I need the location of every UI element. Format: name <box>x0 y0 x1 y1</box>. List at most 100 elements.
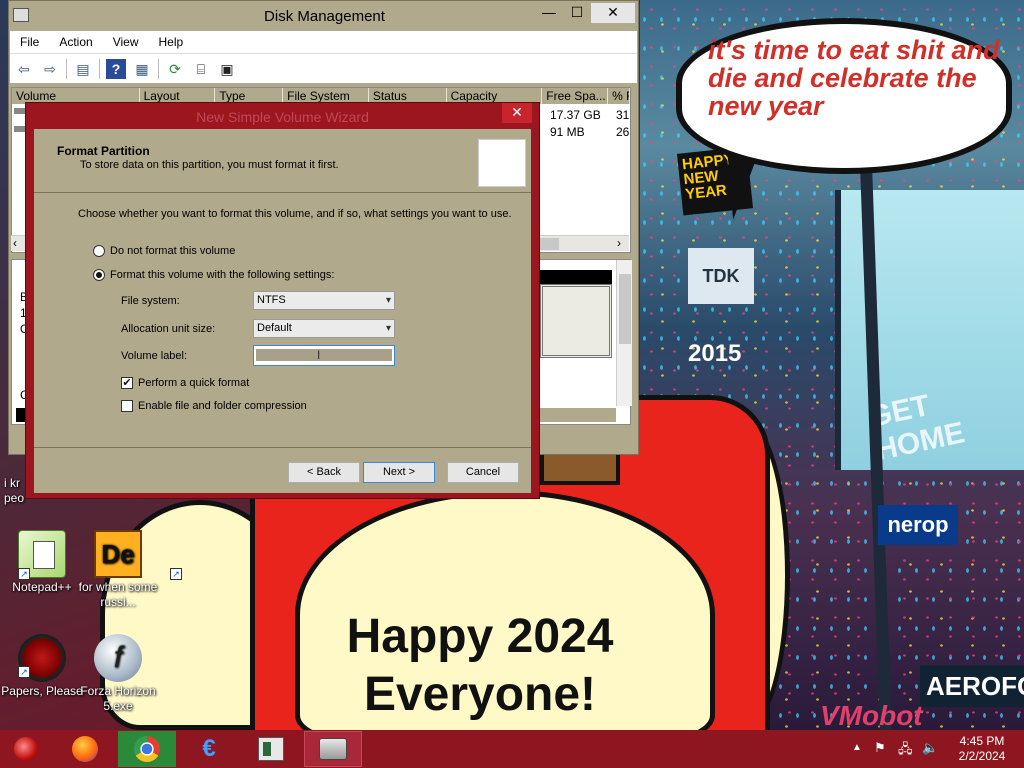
desktop-icon-label: Forza Horizon 5.exe <box>80 684 156 713</box>
taskbar: € ▲ ⚑ 🖧 🔈 4:45 PM 2/2/2024 <box>0 730 1024 768</box>
desktop-icon-partial-label: i kr peo <box>4 476 25 505</box>
taskbar-clock[interactable]: 4:45 PM 2/2/2024 <box>950 734 1014 764</box>
taskbar-cheat-engine[interactable]: € <box>180 731 238 767</box>
column-free-space[interactable]: Free Spa... <box>542 88 609 104</box>
cancel-button[interactable]: Cancel <box>447 462 519 483</box>
cheat-engine-icon: € <box>202 735 216 762</box>
checkbox-label: Enable file and folder compression <box>138 400 307 412</box>
chrome-icon <box>134 736 160 762</box>
forward-arrow-icon[interactable]: ⇨ <box>40 59 60 79</box>
toolbar-separator <box>158 58 159 79</box>
rescan-disks-icon[interactable]: ⌸ <box>191 59 211 79</box>
row-percent-free[interactable]: 31 <box>616 108 629 122</box>
wizard-close-button[interactable]: ✕ <box>502 103 532 123</box>
wizard-header-image <box>478 139 526 187</box>
volume-label-input[interactable]: I <box>253 345 395 366</box>
tdk-sign: TDK <box>688 248 754 304</box>
row-percent-free[interactable]: 26 <box>616 125 629 139</box>
wizard-titlebar[interactable]: New Simple Volume Wizard ✕ <box>26 103 539 127</box>
chevron-down-icon: ▾ <box>385 323 391 334</box>
row-free-space[interactable]: 91 MB <box>550 125 585 139</box>
menu-file[interactable]: File <box>10 31 49 53</box>
menu-help[interactable]: Help <box>149 31 194 53</box>
row-free-space[interactable]: 17.37 GB <box>550 108 601 122</box>
wizard-page-subtitle: To store data on this partition, you mus… <box>80 159 339 171</box>
nerop-sign: nerop <box>878 505 958 545</box>
taskbar-firefox[interactable] <box>56 731 114 767</box>
settings-icon[interactable]: ▣ <box>217 59 237 79</box>
vertical-scrollbar[interactable] <box>616 260 632 406</box>
clock-time: 4:45 PM <box>959 734 1005 748</box>
radio-format-volume[interactable]: Format this volume with the following se… <box>93 269 334 281</box>
allocation-unit-size-select[interactable]: Default ▾ <box>253 319 395 338</box>
scrollbar-thumb[interactable] <box>619 274 631 344</box>
app-window-icon <box>258 737 284 761</box>
desktop-icon-notepadpp[interactable]: ↗ Notepad++ <box>0 530 84 595</box>
radio-do-not-format[interactable]: Do not format this volume <box>93 245 235 257</box>
next-button[interactable]: Next > <box>363 462 435 483</box>
wizard-footer-divider <box>34 447 531 448</box>
disk-management-titlebar[interactable]: Disk Management — ☐ ✕ <box>9 1 638 31</box>
wizard-intro-text: Choose whether you want to format this v… <box>78 208 512 220</box>
allocation-unit-size-value: Default <box>257 322 292 334</box>
back-arrow-icon[interactable]: ⇦ <box>14 59 34 79</box>
wizard-body: Format Partition To store data on this p… <box>34 129 531 493</box>
aero-sign: AEROFOS <box>920 665 1024 707</box>
show-hide-tree-icon[interactable]: ▤ <box>73 59 93 79</box>
refresh-icon[interactable]: ⟳ <box>165 59 185 79</box>
chevron-down-icon: ▾ <box>385 295 391 306</box>
maximize-button[interactable]: ☐ <box>563 3 591 23</box>
flash-icon: f <box>94 634 142 682</box>
file-system-label: File system: <box>121 295 180 307</box>
taskbar-app[interactable] <box>242 731 300 767</box>
checkbox-checked[interactable]: ✔ <box>121 377 133 389</box>
text-cursor-icon: I <box>317 348 321 362</box>
minimize-button[interactable]: — <box>535 3 563 23</box>
back-button[interactable]: < Back <box>288 462 360 483</box>
show-hidden-icons-chevron-icon[interactable]: ▲ <box>852 742 862 753</box>
volume-muted-icon[interactable]: 🔈 <box>922 740 938 756</box>
menu-bar: File Action View Help <box>10 31 637 53</box>
de-app-icon: De <box>94 530 142 578</box>
radio-label: Format this volume with the following se… <box>110 269 335 281</box>
desktop-icon-papers-please[interactable]: ↗ Papers, Please <box>0 634 84 699</box>
file-system-select[interactable]: NTFS ▾ <box>253 291 395 310</box>
radio-button-selected[interactable] <box>93 269 105 281</box>
disk-management-icon <box>319 738 347 760</box>
billboard-text: GET HOME <box>865 388 968 468</box>
network-icon[interactable]: 🖧 <box>898 740 913 762</box>
menu-action[interactable]: Action <box>49 31 102 53</box>
compression-checkbox[interactable]: Enable file and folder compression <box>121 400 307 412</box>
action-center-flag-icon[interactable]: ⚑ <box>874 740 886 756</box>
radio-label: Do not format this volume <box>110 245 236 257</box>
checkbox-unchecked[interactable] <box>121 400 133 412</box>
start-button[interactable] <box>0 731 52 767</box>
radio-button[interactable] <box>93 245 105 257</box>
taskbar-disk-management[interactable] <box>304 731 362 767</box>
toolbar-separator <box>99 58 100 79</box>
clock-date: 2/2/2024 <box>958 749 1006 763</box>
desktop-icon-label: for when some russi... <box>78 580 158 609</box>
shortcut-arrow-icon: ↗ <box>18 568 30 580</box>
partition-box[interactable] <box>540 284 612 358</box>
start-orb-icon <box>14 737 38 761</box>
desktop-icon-de[interactable]: De ↗ for when some russi... <box>76 530 182 610</box>
year-sign: 2015 <box>688 340 742 367</box>
checkbox-label: Perform a quick format <box>138 377 250 389</box>
help-icon[interactable]: ? <box>106 58 126 79</box>
menu-view[interactable]: View <box>103 31 149 53</box>
taskbar-chrome[interactable] <box>118 731 176 767</box>
partition-header-bar <box>540 270 612 284</box>
scroll-left-icon[interactable]: ‹ <box>13 236 17 250</box>
properties-list-icon[interactable]: ▦ <box>132 59 152 79</box>
quick-format-checkbox[interactable]: ✔ Perform a quick format <box>121 377 249 389</box>
scroll-right-icon[interactable]: › <box>617 236 621 250</box>
toolbar-separator <box>66 58 67 79</box>
speech-bubble-text: it's time to eat shit and die and celebr… <box>708 35 1000 121</box>
firefox-icon <box>72 736 98 762</box>
scrollbar-thumb[interactable] <box>539 238 559 250</box>
desktop-icon-forza[interactable]: f Forza Horizon 5.exe <box>76 634 160 714</box>
close-button[interactable]: ✕ <box>591 3 635 23</box>
column-percent-free[interactable]: % F <box>608 88 630 104</box>
desktop-icon-label: Papers, Please <box>1 684 83 698</box>
